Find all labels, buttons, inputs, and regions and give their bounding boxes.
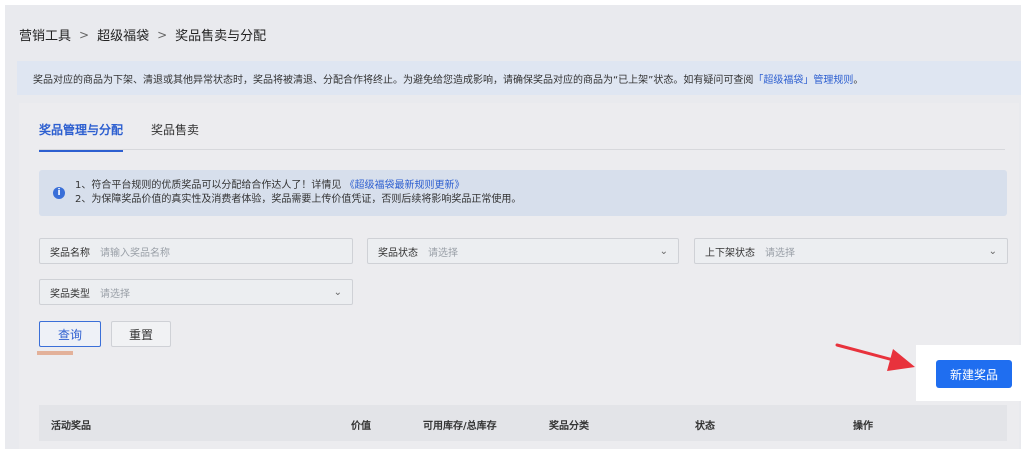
breadcrumb-item-marketing-tools[interactable]: 营销工具 [19,25,71,44]
column-header-category: 奖品分类 [549,421,589,432]
shelf-status-placeholder: 请选择 [765,247,795,259]
main-card: 奖品管理与分配 奖品售卖 i 1、符合平台规则的优质奖品可以分配给合作达人了！详… [19,103,1019,449]
table-header: 活动奖品 价值 可用库存/总库存 奖品分类 状态 操作 [39,405,1007,441]
prize-status-label: 奖品状态 [378,247,418,259]
query-button[interactable]: 查询 [39,321,101,347]
new-prize-highlight: 新建奖品 [916,345,1021,401]
info-icon: i [53,187,65,199]
column-header-stock: 可用库存/总库存 [423,421,497,432]
prize-name-label: 奖品名称 [50,247,90,259]
chevron-down-icon: ⌄ [988,245,997,257]
info-line2: 2、为保障奖品价值的真实性及消费者体验，奖品需要上传价值凭证，否则后续将影响奖品… [75,194,522,205]
info-line1: 1、符合平台规则的优质奖品可以分配给合作达人了！详情见 [75,180,342,191]
shelf-status-select[interactable]: 上下架状态 请选择 ⌄ [694,238,1008,264]
chevron-down-icon: ⌄ [659,245,668,257]
tab-bar: 奖品管理与分配 奖品售卖 [39,121,199,152]
notice-text-end: 。 [853,74,864,86]
tab-divider [39,149,1005,150]
prize-type-label: 奖品类型 [50,288,90,300]
column-header-status: 状态 [695,421,715,432]
prize-type-select[interactable]: 奖品类型 请选择 ⌄ [39,279,353,305]
prize-type-placeholder: 请选择 [100,288,130,300]
rules-update-link[interactable]: 《超级福袋最新规则更新》 [345,180,465,191]
breadcrumb-item-super-lucky-bag[interactable]: 超级福袋 [97,25,149,44]
prize-name-placeholder: 请输入奖品名称 [100,247,170,259]
new-prize-button[interactable]: 新建奖品 [936,360,1012,388]
prize-status-placeholder: 请选择 [428,247,458,259]
info-alert-text: 1、符合平台规则的优质奖品可以分配给合作达人了！详情见 《超级福袋最新规则更新》… [75,179,521,207]
column-header-prize: 活动奖品 [51,421,91,432]
prize-status-select[interactable]: 奖品状态 请选择 ⌄ [367,238,679,264]
table-row-thumbnail [37,351,73,355]
shelf-status-label: 上下架状态 [705,247,755,259]
prize-name-input[interactable]: 奖品名称 请输入奖品名称 [39,238,353,264]
chevron-down-icon: ⌄ [333,286,342,298]
notice-banner: 奖品对应的商品为下架、清退或其他异常状态时，奖品将被清退、分配合作将终止。为避免… [17,61,1021,95]
breadcrumb-separator: > [79,27,90,42]
tab-prize-management[interactable]: 奖品管理与分配 [39,121,124,152]
page-frame: 营销工具 > 超级福袋 > 奖品售卖与分配 奖品对应的商品为下架、清退或其他异常… [5,5,1021,449]
breadcrumb-separator: > [157,27,168,42]
column-header-value: 价值 [351,421,371,432]
breadcrumb-item-current: 奖品售卖与分配 [175,29,267,44]
tab-prize-sales[interactable]: 奖品售卖 [151,121,199,152]
notice-rules-link[interactable]: 「超级福袋」管理规则 [753,71,853,86]
reset-button[interactable]: 重置 [111,321,171,347]
info-alert: i 1、符合平台规则的优质奖品可以分配给合作达人了！详情见 《超级福袋最新规则更… [39,170,1007,216]
red-arrow-annotation [835,343,915,371]
breadcrumb: 营销工具 > 超级福袋 > 奖品售卖与分配 [19,25,267,45]
column-header-actions: 操作 [853,421,873,432]
notice-text: 奖品对应的商品为下架、清退或其他异常状态时，奖品将被清退、分配合作将终止。为避免… [33,74,754,86]
